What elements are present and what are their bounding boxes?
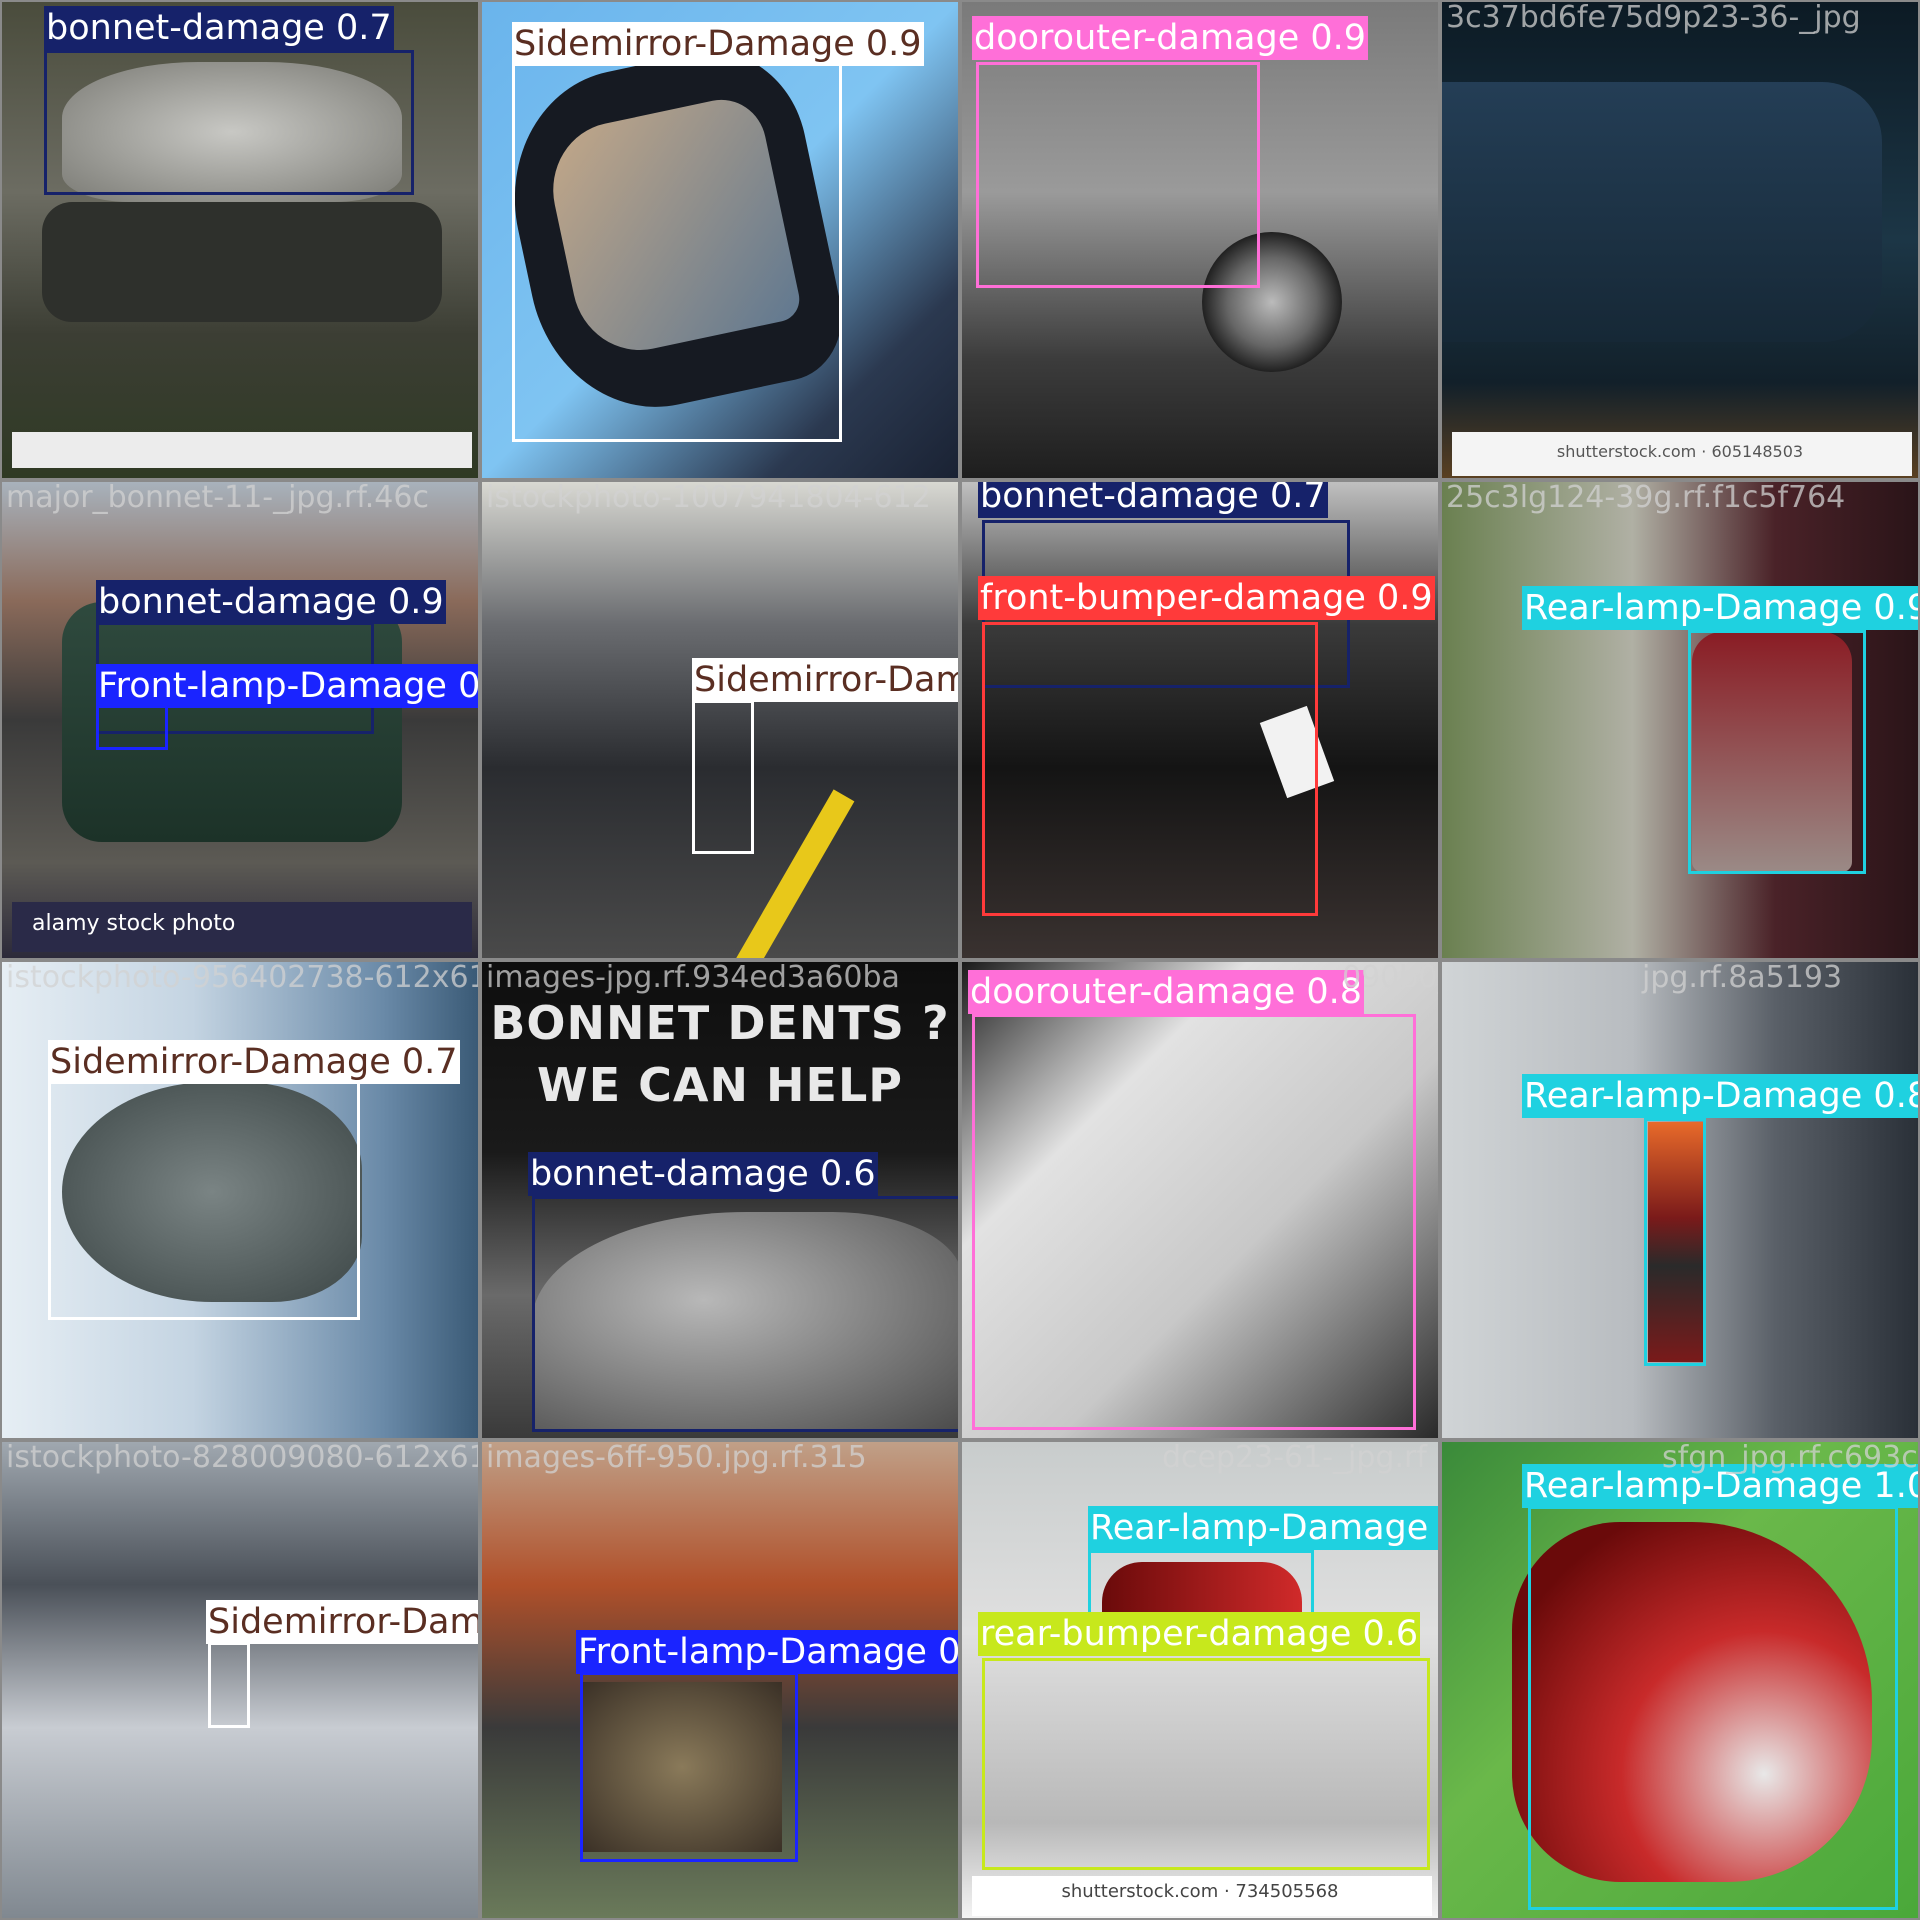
ad-headline: BONNET DENTS ? <box>490 996 950 1050</box>
filename-watermark: jpg.rf.8a5193 <box>1642 960 1843 995</box>
bbox-front-lamp <box>96 704 168 750</box>
filename-watermark: istockphoto-1007941804-612 <box>486 480 931 515</box>
grille <box>42 202 442 322</box>
tile-16: Rear-lamp-Damage 1.0 sfgn_jpg.rf.c693c7 <box>1440 1440 1920 1920</box>
filename-watermark: 3c37bd6fe75d9p23-36-_jpg <box>1446 0 1861 35</box>
stock-footer <box>12 432 472 468</box>
filename-watermark: 090b0_g_0091b0_jpg.rf.8a5193 <box>1342 960 1438 995</box>
tile-10: BONNET DENTS ? WE CAN HELP bonnet-damage… <box>480 960 960 1440</box>
tile-8: Rear-lamp-Damage 0.9 25c3lg124-39g.rf.f1… <box>1440 480 1920 960</box>
bbox-rear-lamp <box>1644 1118 1706 1366</box>
tile-3: doorouter-damage 0.9 <box>960 0 1440 480</box>
filename-watermark: istockphoto-828009080-612x612 <box>6 1440 480 1475</box>
label-bonnet-damage: bonnet-damage 0.7 <box>978 482 1328 518</box>
filename-watermark: dcep23-61-_jpg.rf <box>1162 1440 1427 1475</box>
bbox-front-bumper <box>982 622 1318 916</box>
label-rear-lamp-damage: Rear-lamp-Damage 0.9 <box>1522 586 1918 630</box>
label-bonnet-damage: bonnet-damage 0.6 <box>528 1152 878 1196</box>
tile-7: bonnet-damage 0.7 front-bumper-damage 0.… <box>960 480 1440 960</box>
scratched-bumper <box>1442 82 1882 342</box>
label-front-lamp-damage: Front-lamp-Damage 0.9 <box>576 1630 958 1674</box>
filename-watermark: 25c3lg124-39g.rf.f1c5f764 <box>1446 480 1846 515</box>
tile-12: Rear-lamp-Damage 0.8 jpg.rf.8a5193 <box>1440 960 1920 1440</box>
bbox-sidemirror <box>512 52 842 442</box>
label-sidemirror-damage: Sidemirror-Damage 0.7 <box>48 1040 460 1084</box>
bbox-bonnet <box>44 50 414 195</box>
label-rear-lamp-damage: Rear-lamp-Damage 0.8 <box>1522 1074 1918 1118</box>
stock-credit: shutterstock.com · 734505568 <box>1061 1880 1339 1902</box>
label-front-bumper-damage: front-bumper-damage 0.9 <box>978 576 1435 620</box>
bbox-sidemirror <box>692 700 754 854</box>
label-sidemirror-damage: Sidemirror-Damage 0.5 <box>206 1600 478 1644</box>
label-rear-lamp-damage: Rear-lamp-Damage 0.8 <box>1088 1506 1438 1550</box>
label-bonnet-damage: bonnet-damage 0.9 <box>96 580 446 624</box>
filename-watermark: major_bonnet-11-_jpg.rf.46c <box>6 480 429 515</box>
bbox-sidemirror <box>208 1642 250 1728</box>
label-doorouter-damage: doorouter-damage 0.9 <box>972 16 1369 60</box>
bbox-doorouter <box>972 1014 1416 1430</box>
bbox-rear-lamp <box>1688 630 1866 874</box>
label-bonnet-damage: bonnet-damage 0.7 <box>44 6 394 50</box>
bbox-front-lamp <box>580 1672 798 1862</box>
tile-2: Sidemirror-Damage 0.9 <box>480 0 960 480</box>
ad-subheadline: WE CAN HELP <box>537 1058 903 1112</box>
tile-11: doorouter-damage 0.8 090b0_g_0091b0_jpg.… <box>960 960 1440 1440</box>
bbox-rear-bumper <box>982 1658 1430 1870</box>
tile-9: Sidemirror-Damage 0.7 istockphoto-956402… <box>0 960 480 1440</box>
filename-watermark: istockphoto-956402738-612x612 <box>6 960 480 995</box>
label-sidemirror-damage: Sidemirror-Damage 0.9 <box>692 658 958 702</box>
label-rear-bumper-damage: rear-bumper-damage 0.6 <box>978 1612 1421 1656</box>
tile-6: Sidemirror-Damage 0.9 istockphoto-100794… <box>480 480 960 960</box>
tile-14: Front-lamp-Damage 0.9 images-6ff-950.jpg… <box>480 1440 960 1920</box>
filename-watermark: images-jpg.rf.934ed3a60ba <box>486 960 900 995</box>
tile-15: Rear-lamp-Damage 0.8 rear-bumper-damage … <box>960 1440 1440 1920</box>
filename-watermark: sfgn_jpg.rf.c693c7 <box>1662 1440 1920 1475</box>
bbox-bonnet <box>532 1196 958 1432</box>
label-sidemirror-damage: Sidemirror-Damage 0.9 <box>512 22 924 66</box>
bbox-doorouter <box>976 62 1260 288</box>
tile-4: shutterstock.com · 605148503 3c37bd6fe75… <box>1440 0 1920 480</box>
label-front-lamp-damage: Front-lamp-Damage 0.7 <box>96 664 478 708</box>
bbox-sidemirror <box>48 1080 360 1320</box>
tile-1: bonnet-damage 0.7 <box>0 0 480 480</box>
tile-5: alamy stock photo major_bonnet-11-_jpg.r… <box>0 480 480 960</box>
filename-watermark: images-6ff-950.jpg.rf.315 <box>486 1440 867 1475</box>
tile-13: Sidemirror-Damage 0.5 istockphoto-828009… <box>0 1440 480 1920</box>
stock-credit: shutterstock.com · 605148503 <box>1556 441 1804 461</box>
stock-credit: alamy stock photo <box>32 910 236 936</box>
bbox-rear-lamp <box>1528 1506 1898 1910</box>
label-doorouter-damage: doorouter-damage 0.8 <box>968 970 1365 1014</box>
